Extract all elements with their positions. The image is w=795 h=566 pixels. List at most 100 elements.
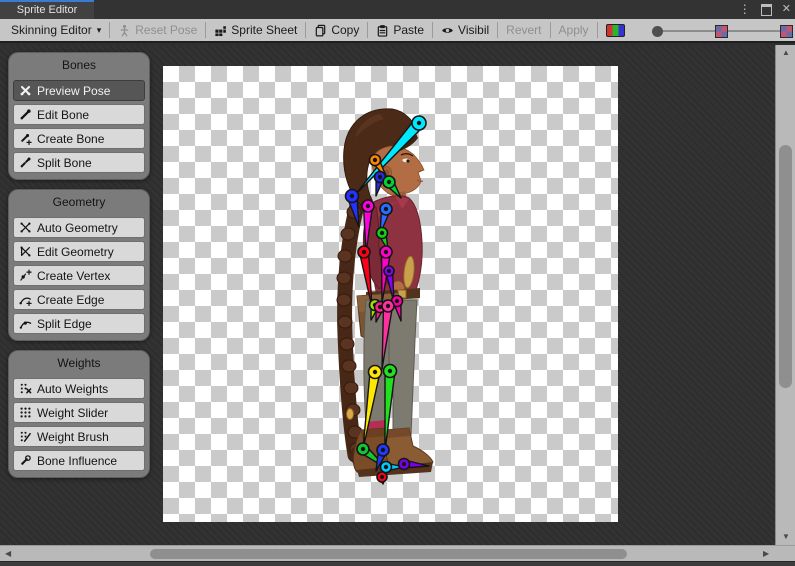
bone-joint-center (384, 207, 388, 211)
auto-geometry-button[interactable]: Auto Geometry (13, 217, 145, 238)
eye-icon (441, 24, 454, 37)
preview-pose-label: Preview Pose (37, 84, 110, 98)
toolbar-separator (305, 22, 306, 38)
scroll-down-icon[interactable]: ▼ (782, 532, 790, 542)
split-edge-label: Split Edge (37, 317, 92, 331)
slider-track[interactable] (663, 30, 715, 32)
tab-sprite-editor[interactable]: Sprite Editor (0, 0, 94, 19)
sprite-sheet-icon (214, 24, 227, 37)
paste-button[interactable]: Paste (369, 19, 431, 41)
bone-joint-center (373, 370, 377, 374)
toolbar-separator (432, 22, 433, 38)
window-tab-bar: Sprite Editor ⋮ ✕ (0, 0, 795, 20)
bone-joint-center (381, 448, 385, 452)
bone-joint-center (384, 465, 388, 469)
weight-brush-button[interactable]: Weight Brush (13, 426, 145, 447)
split-edge-button[interactable]: Split Edge (13, 313, 145, 334)
bone-joint-center (386, 304, 390, 308)
slider-knob[interactable] (652, 26, 663, 37)
edit-bone-button[interactable]: Edit Bone (13, 104, 145, 125)
bone-joint-center (384, 250, 388, 254)
weight-brush-label: Weight Brush (37, 430, 109, 444)
bone-create-icon (19, 132, 32, 145)
toolbar-separator (497, 22, 498, 38)
create-bone-button[interactable]: Create Bone (13, 128, 145, 149)
mip-large-icon (780, 25, 793, 38)
visibility-button-label: Visibil (458, 23, 489, 37)
zoom-slider[interactable] (652, 19, 793, 43)
maximize-icon[interactable] (761, 4, 772, 16)
copy-button-label: Copy (331, 23, 359, 37)
visibility-button[interactable]: Visibil (434, 19, 496, 41)
geo-edit-icon (19, 245, 32, 258)
edit-geometry-button[interactable]: Edit Geometry (13, 241, 145, 262)
panel-bones: BonesPreview PoseEdit BoneCreate BoneSpl… (8, 52, 150, 180)
auto-geometry-label: Auto Geometry (37, 221, 118, 235)
bone-joint-center (380, 475, 384, 479)
toolbar-separator (367, 22, 368, 38)
auto-weights-button[interactable]: Auto Weights (13, 378, 145, 399)
revert-button-label: Revert (506, 23, 541, 37)
weight-slider-label: Weight Slider (37, 406, 108, 420)
bone-influence-button[interactable]: Bone Influence (13, 450, 145, 471)
scroll-left-icon[interactable]: ◀ (5, 549, 11, 559)
create-vertex-label: Create Vertex (37, 269, 110, 283)
skinning-editor-dropdown[interactable]: Skinning Editor ▾ (4, 19, 108, 41)
bone-joint-center (361, 447, 365, 451)
preview-pose-button[interactable]: Preview Pose (13, 80, 145, 101)
horizontal-scrollbar[interactable]: ◀ ▶ (0, 545, 775, 561)
bone-joint-center (373, 158, 377, 162)
create-vertex-button[interactable]: Create Vertex (13, 265, 145, 286)
reset-pose-button[interactable]: Reset Pose (111, 19, 204, 41)
kebab-menu-icon[interactable]: ⋮ (739, 0, 751, 19)
bone-joint-center (417, 121, 421, 125)
reset-pose-button-label: Reset Pose (135, 23, 197, 37)
chevron-down-icon: ▾ (97, 25, 102, 36)
panel-title-geometry: Geometry (13, 193, 145, 214)
edit-bone-label: Edit Bone (37, 108, 89, 122)
bone-joint-center (350, 194, 354, 198)
rgb-icon (606, 24, 625, 37)
sprite-canvas[interactable] (163, 66, 618, 522)
split-bone-button[interactable]: Split Bone (13, 152, 145, 173)
bone-joint-center (402, 462, 406, 466)
tab-title: Sprite Editor (17, 4, 78, 16)
edge-create-icon (19, 293, 32, 306)
window-bottom-edge (0, 561, 795, 566)
weight-slider-button[interactable]: Weight Slider (13, 402, 145, 423)
revert-button[interactable]: Revert (499, 19, 548, 41)
copy-button[interactable]: Copy (307, 19, 366, 41)
bone-joint-center (388, 369, 392, 373)
scroll-up-icon[interactable]: ▲ (782, 48, 790, 58)
scrollbar-corner (775, 545, 795, 561)
bone-joint-center (387, 180, 391, 184)
bone-joint-center (380, 231, 384, 235)
toolbar-separator (550, 22, 551, 38)
bone-edit-icon (19, 108, 32, 121)
sprite-sheet-button[interactable]: Sprite Sheet (207, 19, 304, 41)
paste-icon (376, 24, 389, 37)
panel-geometry: Geometry Auto Geometry Edit Geometry Create… (8, 189, 150, 341)
scroll-right-icon[interactable]: ▶ (763, 549, 769, 559)
skinning-viewport[interactable]: BonesPreview PoseEdit BoneCreate BoneSpl… (0, 45, 775, 545)
apply-button-label: Apply (559, 23, 589, 37)
vertical-scrollbar-thumb[interactable] (779, 145, 792, 388)
create-edge-button[interactable]: Create Edge (13, 289, 145, 310)
tool-panels: BonesPreview PoseEdit BoneCreate BoneSpl… (8, 52, 150, 478)
apply-button[interactable]: Apply (552, 19, 596, 41)
copy-icon (314, 24, 327, 37)
horizontal-scrollbar-thumb[interactable] (150, 549, 627, 559)
bone-joint-center (387, 269, 391, 273)
rgb-toggle-button[interactable] (599, 19, 632, 41)
slider-track[interactable] (728, 30, 780, 32)
skinning-editor-dropdown-label: Skinning Editor (11, 23, 92, 37)
vertical-scrollbar[interactable]: ▲ ▼ (775, 45, 795, 545)
geo-auto-icon (19, 221, 32, 234)
bone-cross-icon (19, 84, 32, 97)
close-icon[interactable]: ✕ (782, 0, 791, 19)
bone-influence-icon (19, 454, 32, 467)
edit-geometry-label: Edit Geometry (37, 245, 114, 259)
weights-auto-icon (19, 382, 32, 395)
bone-split-icon (19, 156, 32, 169)
bone-joint-center (395, 299, 399, 303)
